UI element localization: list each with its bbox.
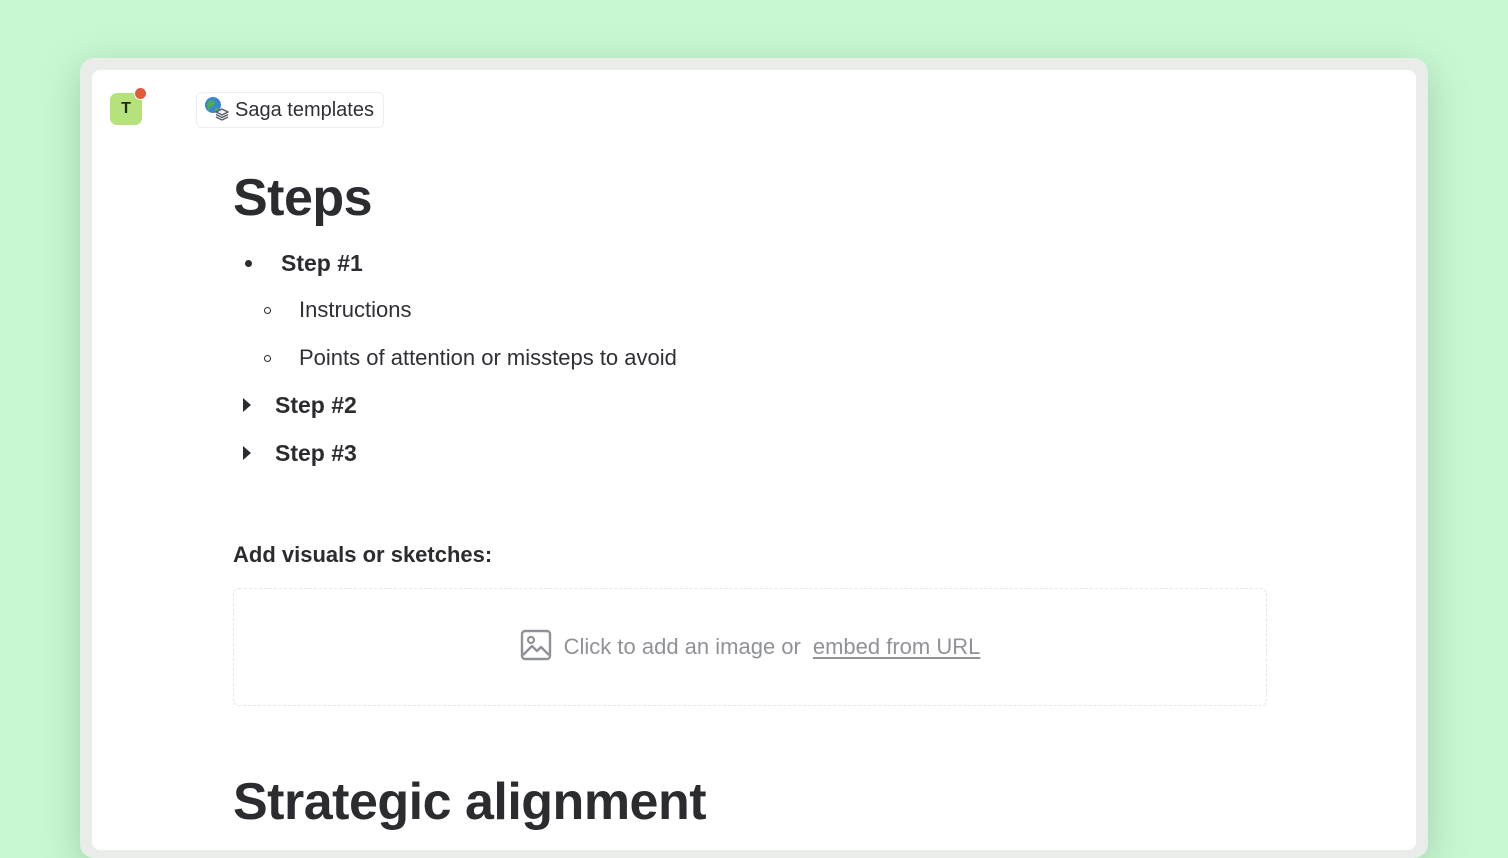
notification-dot — [134, 87, 147, 100]
workspace-avatar[interactable]: T — [110, 87, 147, 125]
step-label: Step #2 — [275, 391, 357, 418]
avatar-initial: T — [121, 100, 131, 117]
breadcrumb[interactable]: Saga templates — [196, 92, 384, 128]
image-icon — [520, 629, 552, 666]
hollow-bullet-icon — [264, 354, 271, 362]
list-item-instructions[interactable]: Instructions — [264, 295, 412, 325]
strategic-alignment-heading: Strategic alignment — [233, 773, 707, 831]
image-prompt-text: Click to add an image or — [563, 634, 801, 659]
image-upload-dropzone[interactable]: Click to add an image or embed from URL — [233, 588, 1267, 706]
document-window: T Saga templates Steps Step #1 Instructi… — [92, 70, 1416, 850]
list-item-step-2[interactable]: Step #2 — [243, 390, 357, 420]
caret-right-icon[interactable] — [243, 446, 251, 460]
globe-books-icon — [203, 95, 230, 126]
list-item-step-1[interactable]: Step #1 — [245, 248, 363, 278]
embed-from-url-link[interactable]: embed from URL — [813, 634, 981, 660]
step-label: Step #3 — [275, 439, 357, 466]
sub-item-label: Instructions — [299, 297, 412, 322]
caret-right-icon[interactable] — [243, 398, 251, 412]
steps-heading: Steps — [233, 169, 373, 227]
sub-item-label: Points of attention or missteps to avoid — [299, 345, 677, 370]
bullet-icon — [245, 259, 252, 267]
list-item-step-3[interactable]: Step #3 — [243, 438, 357, 468]
hollow-bullet-icon — [264, 306, 271, 314]
visuals-label: Add visuals or sketches: — [233, 542, 493, 567]
breadcrumb-label: Saga templates — [235, 98, 374, 121]
step-label: Step #1 — [281, 249, 363, 276]
list-item-attention[interactable]: Points of attention or missteps to avoid — [264, 343, 677, 373]
